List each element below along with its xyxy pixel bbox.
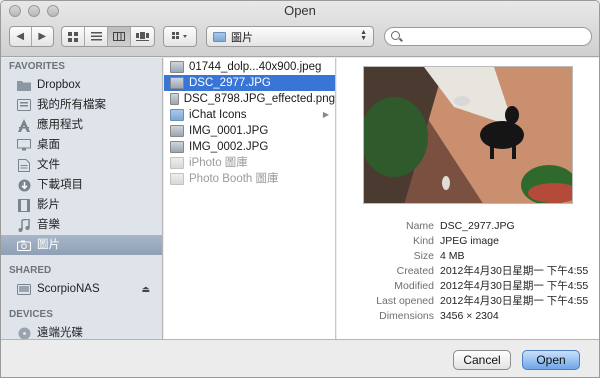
sidebar-item-remote-disc[interactable]: 遠端光碟 — [1, 323, 162, 339]
downloads-icon — [17, 179, 31, 191]
search-icon — [391, 31, 400, 40]
applications-icon — [17, 118, 31, 132]
sidebar-item-applications[interactable]: 應用程式 — [1, 115, 162, 135]
chevron-left-icon: ◀ — [16, 31, 25, 42]
file-item-disabled: iPhoto 圖庫 — [164, 155, 335, 171]
desktop-icon — [17, 139, 31, 151]
info-row-size: Size 4 MB — [413, 250, 465, 262]
disc-icon — [17, 327, 31, 339]
sidebar-item-desktop[interactable]: 桌面 — [1, 135, 162, 155]
view-mode-control — [61, 26, 155, 47]
image-file-icon — [170, 77, 184, 89]
file-info: Name DSC_2977.JPG Kind JPEG image Size 4… — [337, 219, 599, 324]
open-dialog-window: Open ◀ ▶ 圖片 ▲ ▼ FAVORITES Dropbox 我的所有檔案… — [0, 0, 600, 378]
list-view-button[interactable] — [85, 27, 108, 46]
info-row-dimensions: Dimensions 3456 × 2304 — [379, 310, 499, 322]
coverflow-view-button[interactable] — [131, 27, 154, 46]
coverflow-view-icon — [135, 32, 149, 41]
open-button[interactable]: Open — [522, 350, 580, 370]
info-row-kind: Kind JPEG image — [412, 235, 499, 247]
list-view-icon — [90, 32, 102, 41]
column-view-icon — [113, 32, 125, 41]
chevron-right-icon: ▶ — [38, 31, 47, 42]
arrange-button[interactable] — [163, 26, 197, 47]
info-row-last-opened: Last opened 2012年4月30日星期一 下午4:55 — [376, 295, 589, 307]
file-item-selected[interactable]: DSC_2977.JPG — [164, 75, 335, 91]
cancel-button[interactable]: Cancel — [453, 350, 511, 370]
image-preview — [363, 66, 573, 204]
column-view-button[interactable] — [108, 27, 131, 46]
search-field[interactable] — [384, 27, 592, 46]
folder-icon — [170, 109, 184, 121]
file-column: 01744_dolp...40x900.jpeg DSC_2977.JPG DS… — [164, 58, 336, 339]
camera-icon — [17, 239, 31, 251]
grid-view-icon — [68, 31, 78, 42]
folder-icon — [213, 31, 226, 42]
preview-pane: Name DSC_2977.JPG Kind JPEG image Size 4… — [337, 58, 599, 339]
sidebar-section-shared: SHARED — [9, 265, 52, 276]
sidebar-item-music[interactable]: 音樂 — [1, 215, 162, 235]
title-bar: Open ◀ ▶ 圖片 ▲ ▼ — [1, 1, 599, 57]
file-item-disabled: Photo Booth 圖庫 — [164, 171, 335, 187]
documents-icon — [17, 158, 31, 172]
sidebar-item-movies[interactable]: 影片 — [1, 195, 162, 215]
file-item[interactable]: IMG_0002.JPG — [164, 139, 335, 155]
all-files-icon — [17, 99, 31, 111]
image-file-icon — [170, 125, 184, 137]
folder-item[interactable]: iChat Icons ▶ — [164, 107, 335, 123]
window-title: Open — [284, 3, 316, 18]
folder-icon — [17, 79, 31, 91]
sidebar: FAVORITES Dropbox 我的所有檔案 應用程式 桌面 文件 下載項目… — [1, 58, 163, 339]
sidebar-section-devices: DEVICES — [9, 309, 53, 320]
eject-icon[interactable]: ⏏ — [141, 279, 150, 299]
info-row-name: Name DSC_2977.JPG — [405, 220, 515, 232]
back-button[interactable]: ◀ — [10, 27, 32, 46]
sidebar-item-dropbox[interactable]: Dropbox — [1, 75, 162, 95]
location-label: 圖片 — [231, 31, 253, 44]
sidebar-item-downloads[interactable]: 下載項目 — [1, 175, 162, 195]
file-item[interactable]: IMG_0001.JPG — [164, 123, 335, 139]
dialog-button-bar: Cancel Open — [1, 339, 599, 377]
forward-button[interactable]: ▶ — [32, 27, 53, 46]
file-item[interactable]: DSC_8798.JPG_effected.png — [164, 91, 335, 107]
sidebar-item-documents[interactable]: 文件 — [1, 155, 162, 175]
sidebar-section-favorites: FAVORITES — [9, 61, 65, 72]
back-forward-control: ◀ ▶ — [9, 26, 54, 47]
photo-booth-library-icon — [170, 173, 184, 185]
server-icon — [17, 283, 31, 295]
file-item[interactable]: 01744_dolp...40x900.jpeg — [164, 59, 335, 75]
image-file-icon — [170, 61, 184, 73]
updown-arrows-icon: ▲ ▼ — [360, 29, 367, 42]
music-note-icon — [17, 218, 31, 232]
iphoto-library-icon — [170, 157, 184, 169]
sidebar-item-all-files[interactable]: 我的所有檔案 — [1, 95, 162, 115]
toolbar: ◀ ▶ 圖片 ▲ ▼ — [1, 26, 599, 48]
arrange-grid-icon — [172, 32, 187, 39]
image-file-icon — [170, 141, 184, 153]
location-popup[interactable]: 圖片 ▲ ▼ — [206, 26, 374, 47]
chevron-right-icon: ▶ — [322, 110, 329, 119]
image-file-icon — [170, 93, 179, 105]
movies-icon — [17, 198, 31, 212]
sidebar-item-pictures[interactable]: 圖片 — [1, 235, 162, 255]
icon-view-button[interactable] — [62, 27, 85, 46]
sidebar-item-scorpionas[interactable]: ScorpioNAS ⏏ — [1, 279, 162, 299]
info-row-created: Created 2012年4月30日星期一 下午4:55 — [396, 265, 589, 277]
info-row-modified: Modified 2012年4月30日星期一 下午4:55 — [394, 280, 589, 292]
